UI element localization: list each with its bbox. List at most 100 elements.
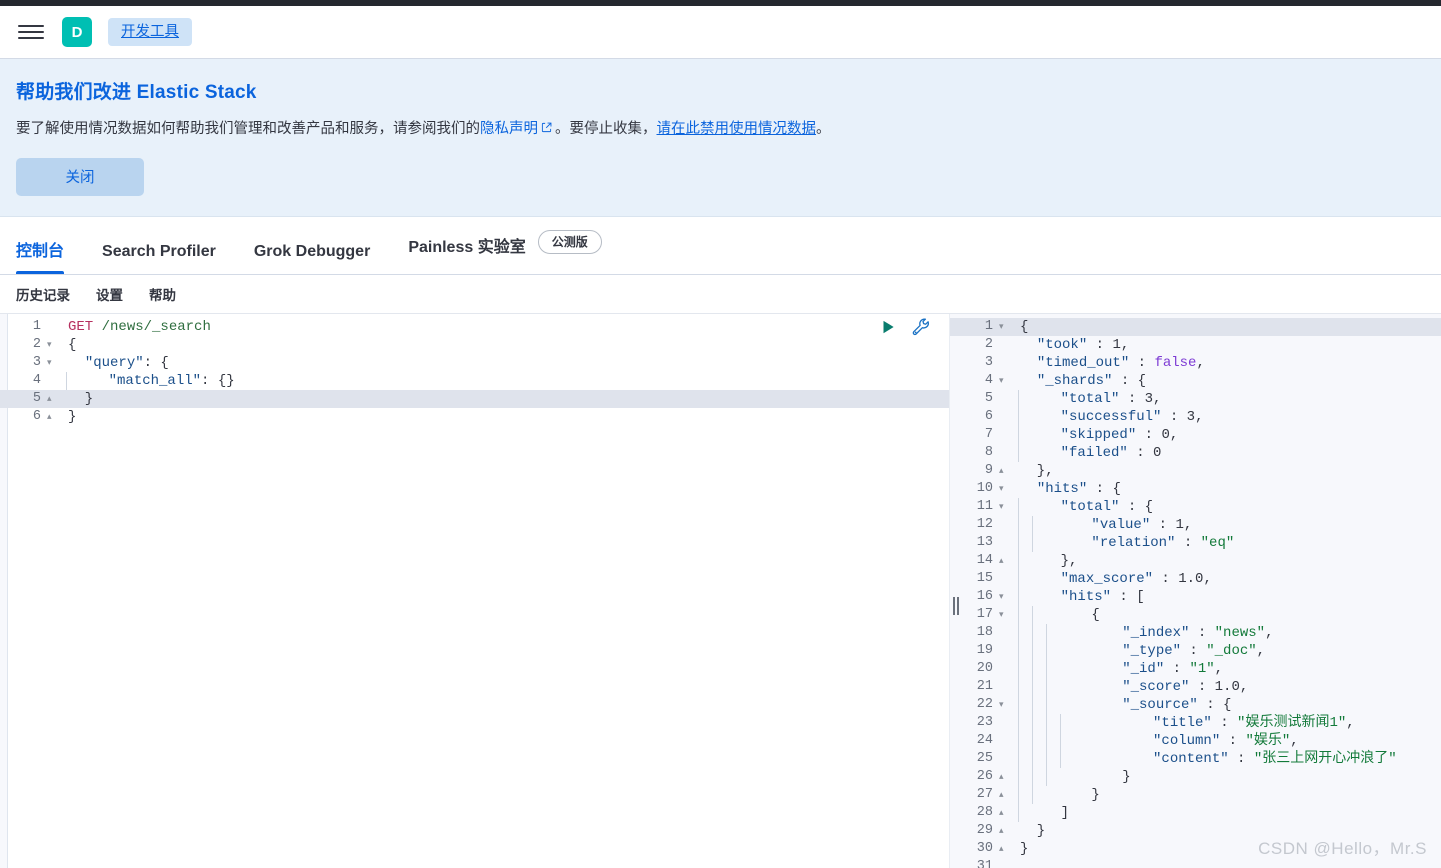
line-number: 6 — [32, 408, 41, 424]
code-text: } — [1012, 767, 1131, 786]
avatar[interactable]: D — [62, 17, 92, 47]
code-text: "took" : 1, — [1036, 336, 1130, 353]
line-number: 20 — [976, 660, 993, 676]
code-text: "value" : 1, — [1012, 515, 1192, 534]
code-text: "content" : "张三上网开心冲浪了" — [1012, 749, 1397, 768]
line-number: 1 — [984, 318, 993, 334]
code-text: "query": { — [84, 354, 169, 371]
line-number: 6 — [984, 408, 993, 424]
subnav-item-settings[interactable]: 设置 — [96, 284, 123, 304]
devtools-tabs: 控制台 Search Profiler Grok Debugger Painle… — [0, 216, 1441, 275]
line-number: 13 — [976, 534, 993, 550]
fold-toggle-icon[interactable]: ▴ — [998, 462, 1012, 480]
code-line: 15 "max_score" : 1.0, — [950, 569, 1441, 588]
line-number: 14 — [976, 552, 993, 568]
fold-toggle-icon[interactable]: ▾ — [998, 696, 1012, 714]
line-number: 29 — [976, 822, 993, 838]
request-code[interactable]: 1 GET /news/_search 2 ▾{3 ▾ "query": {4 "mat… — [0, 314, 949, 426]
external-link-icon — [541, 122, 552, 133]
fold-toggle-icon[interactable]: ▴ — [998, 768, 1012, 786]
code-text: "_index" : "news", — [1012, 623, 1273, 642]
play-button-icon[interactable] — [879, 318, 897, 336]
console-area: 1 GET /news/_search 2 ▾ {3 ▾ "query": { 4 "mat… — [0, 313, 1441, 868]
code-text: "failed" : 0 — [1012, 443, 1161, 462]
fold-toggle-icon[interactable]: ▾ — [46, 336, 60, 354]
line-number: 10 — [976, 480, 993, 496]
code-text: GET /news/_search — [68, 318, 211, 335]
code-line: 3 "timed_out" : false, — [950, 354, 1441, 372]
code-text: "match_all": {} — [60, 371, 235, 390]
request-editor-pane[interactable]: 1 GET /news/_search 2 ▾{3 ▾ "query": {4 "mat… — [0, 313, 950, 868]
line-number: 28 — [976, 804, 993, 820]
breadcrumb[interactable]: 开发工具 — [108, 17, 192, 47]
subnav-item-history[interactable]: 历史记录 — [16, 284, 70, 304]
fold-toggle-icon[interactable]: ▴ — [998, 822, 1012, 840]
fold-toggle-icon[interactable]: ▾ — [998, 318, 1012, 336]
code-line: 6 ▴} — [0, 408, 949, 426]
line-number: 12 — [976, 516, 993, 532]
line-number: 2 — [984, 336, 993, 352]
code-text: { — [68, 336, 77, 353]
tab-search-profiler[interactable]: Search Profiler — [102, 243, 216, 274]
fold-toggle-icon[interactable]: ▴ — [46, 390, 60, 408]
code-line: 16 ▾ "hits" : [ — [950, 587, 1441, 606]
fold-toggle-icon[interactable]: ▴ — [998, 786, 1012, 804]
line-number: 4 — [32, 372, 41, 388]
fold-toggle-icon[interactable]: ▾ — [998, 498, 1012, 516]
code-text: "total" : { — [1012, 497, 1153, 516]
code-text: "_id" : "1", — [1012, 659, 1223, 678]
line-number: 4 — [984, 372, 993, 388]
fold-toggle-icon[interactable]: ▴ — [46, 408, 60, 426]
code-text: "skipped" : 0, — [1012, 425, 1178, 444]
hamburger-menu-icon[interactable] — [18, 19, 44, 45]
fold-toggle-icon[interactable]: ▴ — [998, 840, 1012, 858]
disable-telemetry-link[interactable]: 请在此禁用使用情况数据 — [657, 121, 817, 137]
code-text: } — [68, 408, 77, 425]
line-number: 5 — [32, 390, 41, 406]
code-text: { — [1020, 318, 1029, 335]
code-text: "title" : "娱乐测试新闻1", — [1012, 713, 1355, 732]
line-number: 1 — [32, 318, 41, 334]
tab-grok-debugger[interactable]: Grok Debugger — [254, 243, 370, 274]
response-pane[interactable]: 1 ▾ {2 "took" : 1, 3 "timed_out" : false, 4 ▾… — [950, 313, 1441, 868]
code-text: "column" : "娱乐", — [1012, 731, 1299, 750]
code-text: "_score" : 1.0, — [1012, 677, 1248, 696]
editor-action-icons — [879, 314, 931, 340]
banner-body: 要了解使用情况数据如何帮助我们管理和改善产品和服务，请参阅我们的隐私声明 。要停止… — [16, 119, 1425, 141]
fold-toggle-icon[interactable]: ▾ — [998, 372, 1012, 390]
code-line: 24 "column" : "娱乐", — [950, 731, 1441, 750]
line-number: 27 — [976, 786, 993, 802]
fold-toggle-icon[interactable]: ▴ — [998, 804, 1012, 822]
tab-console[interactable]: 控制台 — [16, 243, 65, 274]
dismiss-banner-button[interactable]: 关闭 — [16, 157, 144, 196]
line-number: 2 — [32, 336, 41, 352]
privacy-statement-link[interactable]: 隐私声明 — [480, 121, 538, 137]
beta-badge: 公测版 — [537, 229, 602, 254]
code-line: 9 ▴ }, — [950, 462, 1441, 480]
pane-resize-handle[interactable] — [949, 595, 963, 617]
subnav-item-help[interactable]: 帮助 — [149, 284, 176, 304]
code-line: 2 "took" : 1, — [950, 336, 1441, 354]
fold-toggle-icon[interactable]: ▾ — [46, 354, 60, 372]
code-line: 5 "total" : 3, — [950, 389, 1441, 408]
line-number: 23 — [976, 714, 993, 730]
banner-text-before: 要了解使用情况数据如何帮助我们管理和改善产品和服务，请参阅我们的 — [16, 121, 480, 137]
code-line: 23 "title" : "娱乐测试新闻1", — [950, 713, 1441, 732]
code-text: } — [1020, 822, 1046, 839]
fold-toggle-icon[interactable]: ▴ — [998, 552, 1012, 570]
code-line: 20 "_id" : "1", — [950, 659, 1441, 678]
code-line: 14 ▴ }, — [950, 551, 1441, 570]
line-number: 30 — [976, 840, 993, 856]
console-subnav: 历史记录 设置 帮助 — [0, 274, 1441, 314]
code-text: "hits" : { — [1036, 480, 1121, 497]
fold-toggle-icon[interactable]: ▾ — [998, 606, 1012, 624]
tab-painless-lab[interactable]: Painless 实验室 公测版 — [408, 229, 602, 274]
code-line: 11 ▾ "total" : { — [950, 497, 1441, 516]
line-number: 9 — [984, 462, 993, 478]
telemetry-banner: 帮助我们改进 Elastic Stack 要了解使用情况数据如何帮助我们管理和改… — [0, 59, 1441, 217]
fold-toggle-icon[interactable]: ▾ — [998, 480, 1012, 498]
wrench-icon[interactable] — [911, 317, 931, 337]
fold-toggle-icon[interactable]: ▾ — [998, 588, 1012, 606]
line-number: 3 — [984, 354, 993, 370]
